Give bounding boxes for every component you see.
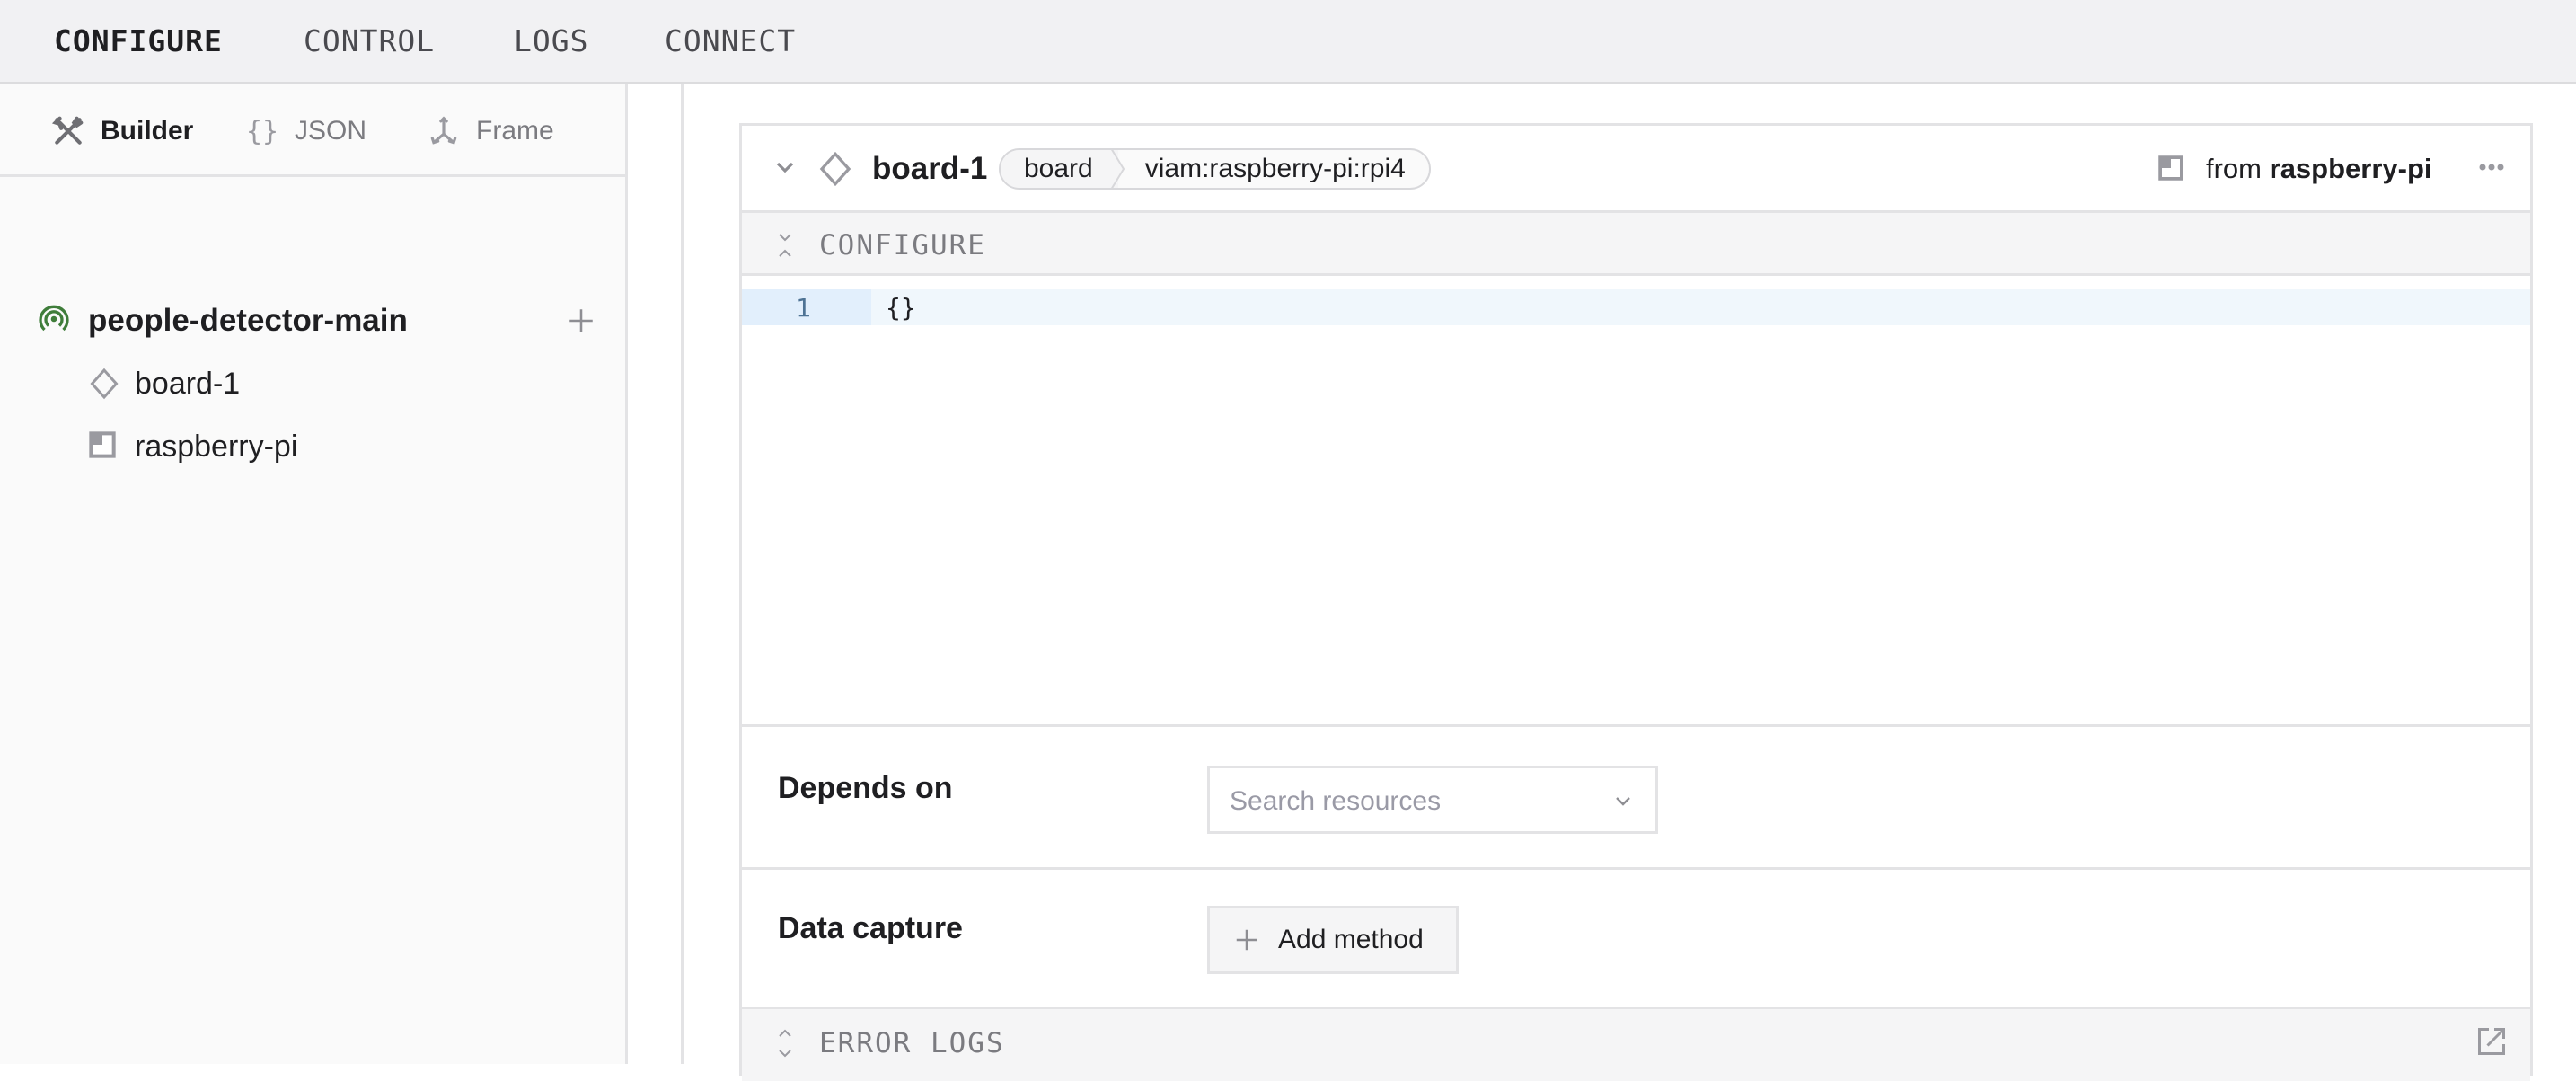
axes-icon <box>426 113 462 149</box>
data-capture-row: Data capture Add method <box>742 870 2530 1010</box>
tree-item-raspberry-pi[interactable]: raspberry-pi <box>88 424 297 469</box>
open-external-icon[interactable] <box>2475 1025 2508 1058</box>
subtab-frame-label: Frame <box>476 116 554 146</box>
from-fragment[interactable]: from raspberry-pi <box>2206 153 2432 185</box>
tab-logs[interactable]: LOGS <box>514 23 588 58</box>
add-method-label: Add method <box>1278 925 1424 954</box>
editor-line: 1 {} <box>742 289 2530 325</box>
tree-item-label: board-1 <box>135 366 241 401</box>
plus-icon <box>1233 926 1260 953</box>
online-signal-icon <box>38 303 74 339</box>
error-logs-section-header[interactable]: ERROR LOGS <box>742 1009 2530 1081</box>
chevron-down-icon <box>1612 790 1634 811</box>
configure-section-header[interactable]: CONFIGURE <box>742 213 2530 276</box>
tab-configure[interactable]: CONFIGURE <box>54 23 223 58</box>
tree-item-label: raspberry-pi <box>135 429 298 464</box>
fragment-name: raspberry-pi <box>2269 153 2432 184</box>
diamond-icon <box>88 368 120 400</box>
top-navigation: CONFIGURE CONTROL LOGS CONNECT <box>0 0 2576 84</box>
api-type: board <box>1001 150 1118 188</box>
fragment-icon <box>88 430 120 463</box>
diamond-icon <box>817 151 853 187</box>
panel-divider <box>681 84 684 1064</box>
tab-connect[interactable]: CONNECT <box>665 23 796 58</box>
depends-on-label: Depends on <box>778 771 953 805</box>
plus-icon[interactable] <box>566 306 596 336</box>
line-number: 1 <box>796 293 811 323</box>
tree-item-board-1[interactable]: board-1 <box>88 361 240 406</box>
tools-icon <box>50 113 86 149</box>
card-header: board-1 board viam:raspberry-pi:rpi4 fro… <box>742 126 2530 213</box>
sidebar-view-tabs: Builder {} JSON Frame <box>0 84 625 177</box>
collapse-icon <box>774 231 796 260</box>
subtab-json-label: JSON <box>295 116 367 146</box>
tree-item-machine[interactable]: people-detector-main <box>38 298 408 343</box>
search-resources-select[interactable]: Search resources <box>1207 766 1658 834</box>
data-capture-label: Data capture <box>778 911 963 945</box>
chevron-separator <box>1110 150 1134 188</box>
machine-name: people-detector-main <box>88 303 408 338</box>
configure-label: CONFIGURE <box>819 229 986 261</box>
model-badge: board viam:raspberry-pi:rpi4 <box>999 148 1431 190</box>
resource-card: board-1 board viam:raspberry-pi:rpi4 fro… <box>739 123 2533 1081</box>
subtab-builder[interactable]: Builder <box>50 113 193 149</box>
tab-control[interactable]: CONTROL <box>304 23 435 58</box>
line-text: {} <box>886 293 916 323</box>
expand-icon <box>774 1027 796 1059</box>
fragment-icon <box>2157 155 2186 183</box>
more-options-icon[interactable] <box>2475 156 2508 178</box>
from-label: from <box>2206 153 2262 184</box>
json-editor[interactable]: 1 {} <box>742 279 2530 727</box>
error-logs-label: ERROR LOGS <box>819 1027 1005 1059</box>
depends-on-row: Depends on Search resources <box>742 730 2530 870</box>
sidebar: Builder {} JSON Frame people-detector-ma… <box>0 84 628 1064</box>
subtab-builder-label: Builder <box>101 116 194 146</box>
chevron-down-icon[interactable] <box>771 153 799 182</box>
braces-icon: {} <box>245 115 279 147</box>
resource-name[interactable]: board-1 <box>872 151 987 187</box>
line-number-cell: 1 <box>742 289 871 325</box>
subtab-json[interactable]: {} JSON <box>244 113 366 149</box>
add-method-button[interactable]: Add method <box>1207 906 1459 974</box>
model-name: viam:raspberry-pi:rpi4 <box>1144 154 1406 183</box>
subtab-frame[interactable]: Frame <box>426 113 554 149</box>
search-resources-placeholder: Search resources <box>1230 786 1442 816</box>
